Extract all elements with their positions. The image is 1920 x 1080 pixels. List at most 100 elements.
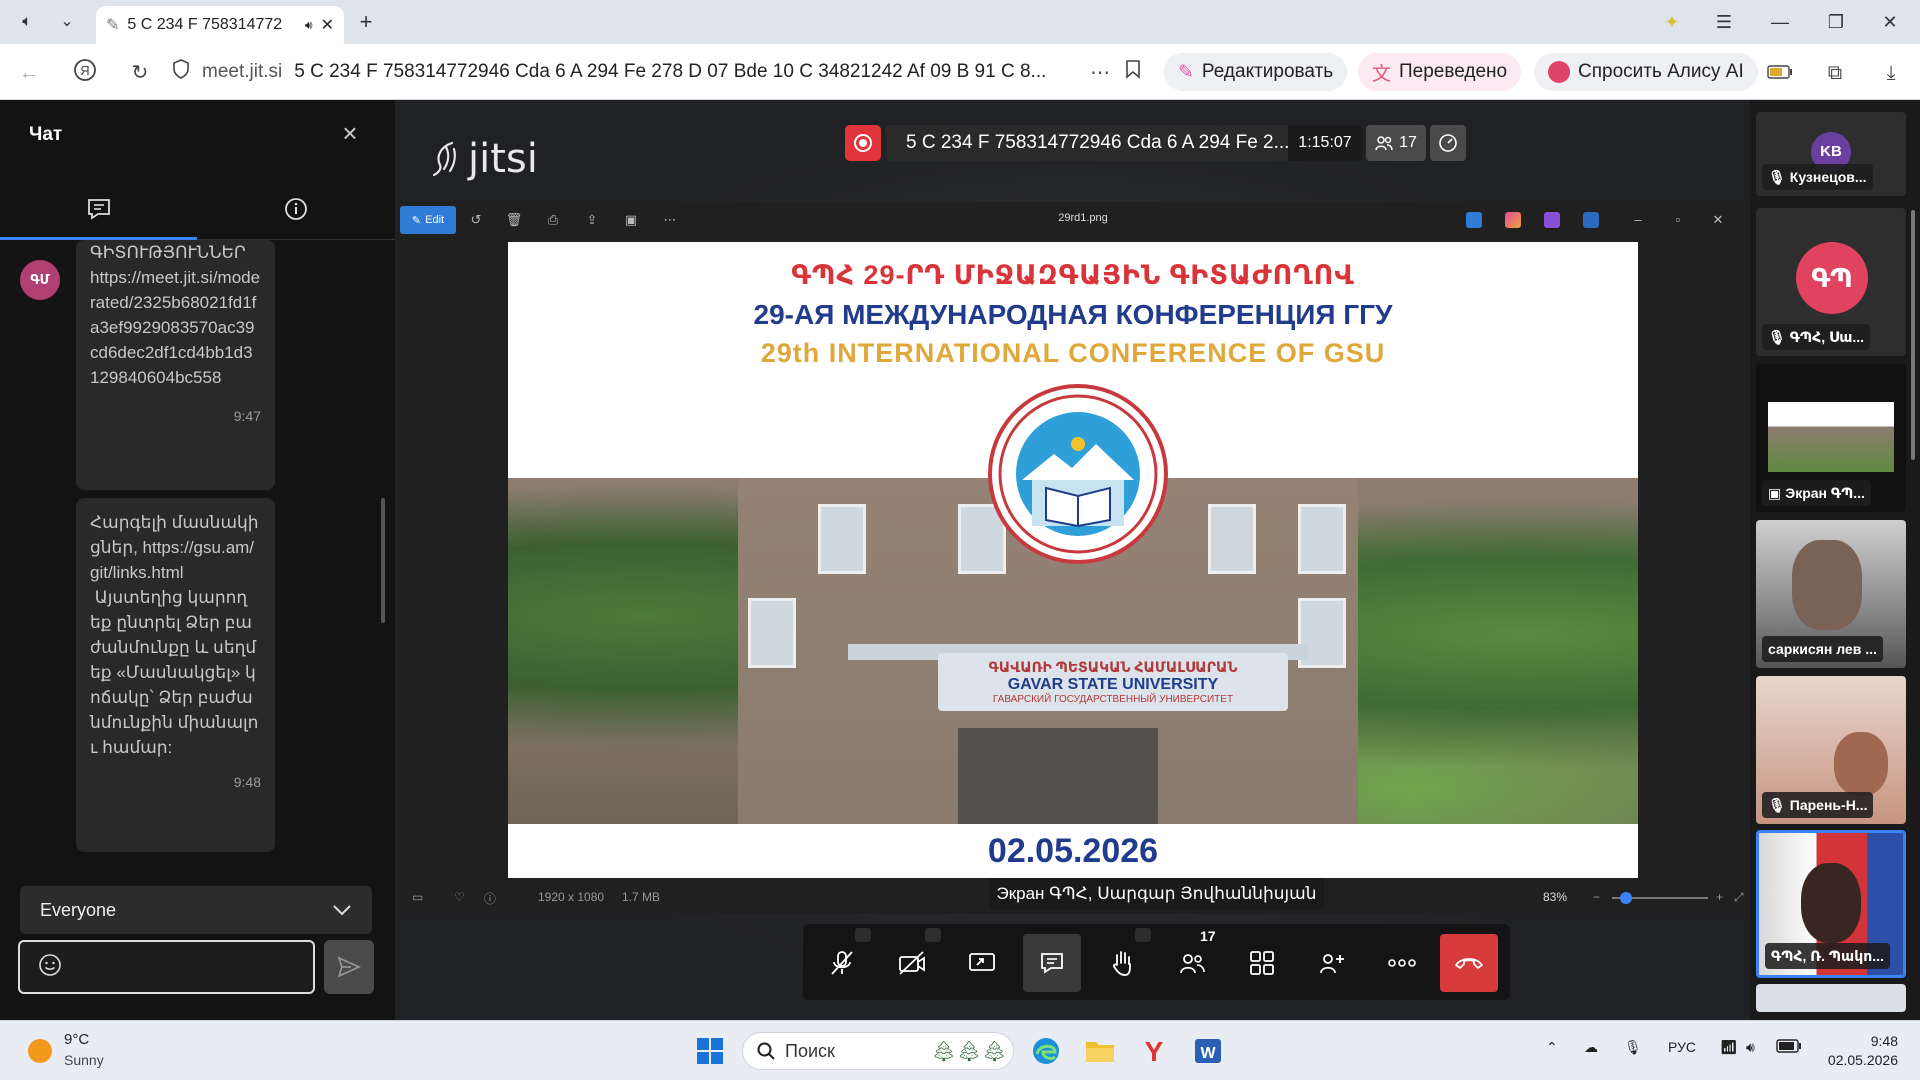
more-icon[interactable]: ⋯ [1085,58,1115,88]
tab-audio-icon[interactable]: 🔊︎ [305,18,313,33]
chat-scrollbar[interactable] [381,498,385,623]
camera-button[interactable] [883,934,941,992]
wifi-icon[interactable]: 📶︎ [1720,1039,1738,1056]
collections-icon[interactable]: ⧉ [1820,58,1850,88]
bookmark-icon[interactable] [1118,58,1148,88]
chevron-down-icon[interactable]: ⌄ [52,8,82,36]
meeting-name: 5 C 234 F 758314772946 Cda 6 A 294 Fe 2.… [886,125,1288,161]
participant-name: 🎙︎ Кузнецов... [1762,164,1873,190]
chat-close-icon[interactable]: × [335,118,365,148]
share-icon[interactable]: ⇪ [582,210,602,230]
zoom-out-icon[interactable]: − [1593,890,1600,904]
recipient-select[interactable]: Everyone [20,886,372,934]
yandex-icon[interactable]: Я [70,58,100,88]
heart-icon[interactable]: ♡ [454,890,465,904]
slideshow-icon[interactable]: ▣ [621,210,641,230]
sign-russian: ГАВАРСКИЙ ГОСУДАРСТВЕННЫЙ УНИВЕРСИТЕТ [992,694,1234,705]
taskbar-search[interactable]: Поиск 🌲︎🌲︎🌲︎ [742,1032,1014,1070]
reactions-caret[interactable] [1135,928,1151,942]
volume-icon[interactable]: 🔊︎ [1746,1039,1755,1056]
audio-options-caret[interactable] [855,928,871,942]
viewer-maximize-icon[interactable]: ▫ [1668,210,1688,230]
invite-button[interactable] [1303,934,1361,992]
participant-tile[interactable]: KB 🎙︎ Кузнецов... [1756,112,1906,196]
video-options-caret[interactable] [925,928,941,942]
participant-tile[interactable]: ԳՊՀ, Ռ. Պակո... [1756,830,1906,978]
tab-info[interactable] [197,180,394,238]
taskbar-clock[interactable]: 9:48 02.05.2026 [1826,1032,1898,1070]
fullscreen-icon[interactable]: ⤢ [1734,890,1744,905]
ask-alice-button[interactable]: Спросить Алису AI [1534,53,1758,91]
file-explorer-icon[interactable] [1082,1033,1118,1069]
sparkle-icon[interactable]: ✦ [1652,8,1692,36]
emoji-icon[interactable] [38,953,62,982]
app-icon[interactable] [1505,212,1521,228]
chat-message: ԳԻՏՈՒԹՅՈՒՆՆԵՐ https://meet.jit.si/modera… [76,240,275,490]
close-window-button[interactable]: ✕ [1870,8,1910,36]
cloud-icon[interactable] [1583,212,1599,228]
url-field[interactable]: meet.jit.si 5 C 234 F 758314772946 Cda 6… [172,53,1162,91]
viewer-edit-button[interactable]: ✎ Edit [400,206,456,234]
share-screen-button[interactable] [953,934,1011,992]
app-icon[interactable] [1466,212,1482,228]
back-button[interactable]: ← [14,58,44,88]
menu-icon[interactable]: ☰ [1704,8,1744,36]
tray-overflow-icon[interactable]: ⌃ [1546,1039,1558,1056]
viewer-close-icon[interactable]: ✕ [1708,210,1728,230]
language-indicator[interactable]: РУС [1668,1039,1696,1055]
participant-tile[interactable] [1756,984,1906,1012]
yandex-browser-icon[interactable]: Y [1136,1033,1172,1069]
info-icon[interactable]: ⓘ [484,890,496,907]
cloud-off-icon[interactable]: ☁︎ [1584,1039,1598,1056]
filmstrip-toggle-icon[interactable]: ▭ [412,890,423,904]
restore-button[interactable]: ❐ [1816,8,1856,36]
app-icon[interactable] [1544,212,1560,228]
rotate-icon[interactable]: ↺ [466,210,486,230]
chat-bubble-icon [87,199,110,220]
tab-close-icon[interactable]: ✕ [321,15,334,35]
hand-icon [1113,951,1131,976]
more-icon[interactable]: ⋯ [660,210,680,230]
chat-button[interactable] [1023,934,1081,992]
zoom-level[interactable]: 83% [1543,890,1567,904]
word-icon[interactable]: W [1190,1033,1226,1069]
microphone-icon[interactable]: 🎙︎ [1624,1039,1642,1056]
download-icon[interactable]: ⤓ [1876,58,1906,88]
leave-meeting-button[interactable] [1440,934,1498,992]
participant-tile[interactable]: саркисян лев ... [1756,520,1906,668]
reload-button[interactable]: ↻ [125,58,155,88]
filmstrip-scrollbar[interactable] [1911,210,1915,460]
participant-count-button[interactable]: 17 [1366,125,1426,161]
weather-temperature[interactable]: 9°C [64,1031,89,1048]
print-icon[interactable]: ⎙ [543,210,563,230]
recording-indicator[interactable] [845,125,881,161]
zoom-in-icon[interactable]: + [1716,890,1723,904]
tab-chat[interactable] [0,180,197,240]
minimize-button[interactable]: — [1760,8,1800,36]
chat-message-text[interactable]: ԳԻՏՈՒԹՅՈՒՆՆԵՐ https://meet.jit.si/modera… [90,240,261,390]
participant-tile[interactable]: 🎙︎ Парень-Н... [1756,676,1906,824]
browser-tab[interactable]: ✎ 5 C 234 F 758314772 🔊︎ ✕ [96,6,344,44]
chat-message-input[interactable] [18,940,315,994]
delete-icon[interactable]: 🗑︎ [504,210,524,230]
new-tab-button[interactable]: + [352,10,380,36]
send-button[interactable] [324,940,374,994]
viewer-minimize-icon[interactable]: – [1628,210,1648,230]
edit-page-button[interactable]: ✎ Редактировать [1164,53,1348,91]
more-actions-button[interactable] [1373,934,1431,992]
sun-icon[interactable] [28,1039,52,1063]
translated-button[interactable]: 文 Переведено [1358,53,1522,91]
participant-tile[interactable]: ԳՊ 🎙︎ ԳՊՀ, Սա... [1756,208,1906,356]
shared-screen[interactable]: ✎ Edit ↺ 🗑︎ ⎙ ⇪ ▣ ⋯ 29rd1.png – ▫ ✕ ԳՊՀ … [398,202,1748,914]
start-button[interactable] [692,1033,728,1069]
participant-tile[interactable]: ▣ Экран ԳՊ... [1756,364,1906,512]
chat-message-text[interactable]: Հարգելի մասնակիցներ, https://gsu.am/git/… [90,510,261,760]
speaker-icon[interactable]: 🔈︎ [12,8,42,36]
battery-icon[interactable] [1776,1039,1802,1056]
mute-button[interactable] [813,934,871,992]
raise-hand-button[interactable] [1093,934,1151,992]
edge-icon[interactable] [1028,1033,1064,1069]
performance-button[interactable] [1430,125,1466,161]
tile-view-button[interactable] [1233,934,1291,992]
zoom-slider-thumb[interactable] [1620,892,1632,904]
